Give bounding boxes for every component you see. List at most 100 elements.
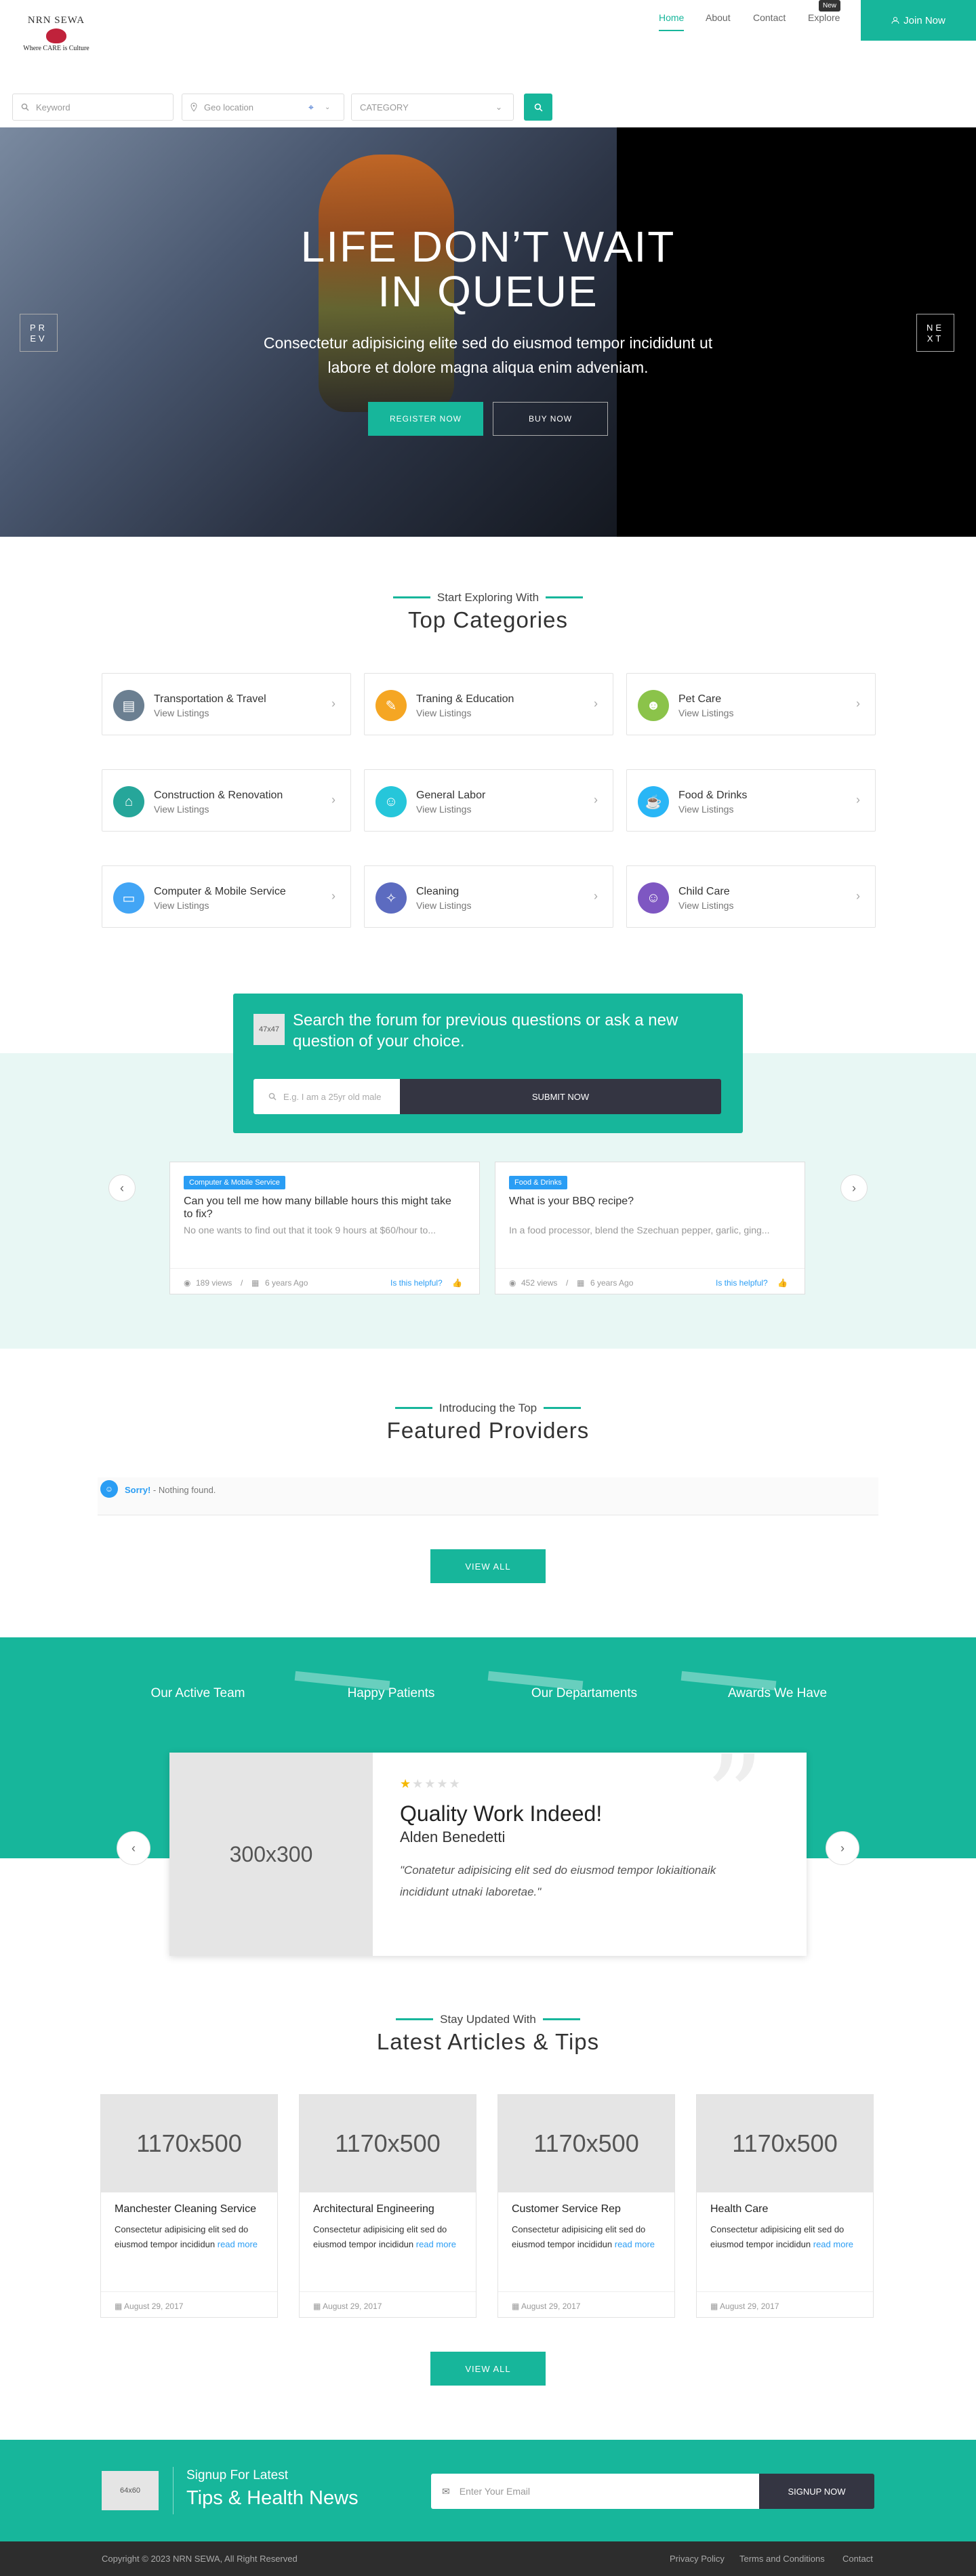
article-card[interactable]: 1170x500 Manchester Cleaning Service Conse… (100, 2094, 278, 2318)
question-snippet: In a food processor, blend the Szechuan … (509, 1225, 770, 1235)
category-card[interactable]: ✧ Cleaning View Listings › (364, 865, 613, 928)
article-title[interactable]: Architectural Engineering (313, 2203, 434, 2215)
question-views: 189 views (196, 1278, 232, 1288)
article-title[interactable]: Manchester Cleaning Service (115, 2203, 256, 2215)
article-card[interactable]: 1170x500 Health Care Consectetur adipisici… (696, 2094, 874, 2318)
read-more-link[interactable]: read more (416, 2239, 456, 2249)
prev-slide-button[interactable]: PR EV (20, 314, 58, 352)
submit-now-button[interactable]: SUBMIT NOW (400, 1079, 721, 1114)
forum-image-placeholder: 47x47 (253, 1014, 285, 1045)
category-icon: ✎ (375, 690, 407, 721)
chevron-right-icon[interactable]: › (840, 1174, 868, 1202)
article-image-placeholder[interactable]: 1170x500 (697, 2095, 873, 2192)
calendar-icon: ▦ (710, 2302, 720, 2311)
question-title[interactable]: What is your BBQ recipe? (509, 1195, 787, 1208)
article-title[interactable]: Customer Service Rep (512, 2203, 621, 2215)
question-card[interactable]: Computer & Mobile Service Can you tell me… (169, 1162, 480, 1294)
chevron-left-icon[interactable]: ‹ (108, 1174, 136, 1202)
hero-subtitle-line2: labore et dolore magna aliqua enim adven… (327, 359, 649, 376)
view-listings-label: View Listings (678, 900, 734, 911)
article-image-placeholder[interactable]: 1170x500 (300, 2095, 476, 2192)
helpful-link[interactable]: Is this helpful? (716, 1278, 768, 1288)
search-icon (268, 1092, 277, 1101)
newsletter-title: Tips & Health News (186, 2487, 359, 2509)
newsletter-email-input[interactable]: ✉ Enter Your Email (431, 2474, 759, 2509)
brand-logo[interactable]: NRN SEWA Where CARE is Culture (19, 15, 94, 73)
category-icon: ☺ (375, 786, 407, 817)
thumbs-up-icon[interactable]: 👍 (777, 1278, 788, 1288)
question-category-badge[interactable]: Computer & Mobile Service (184, 1176, 285, 1189)
chevron-left-icon[interactable]: ‹ (117, 1831, 150, 1865)
join-now-label: Join Now (903, 14, 946, 26)
calendar-icon: ▦ (313, 2302, 323, 2311)
chevron-right-icon: › (856, 889, 860, 903)
read-more-link[interactable]: read more (615, 2239, 655, 2249)
question-category-badge[interactable]: Food & Drinks (509, 1176, 567, 1189)
category-card[interactable]: ⌂ Construction & Renovation View Listings › (102, 769, 351, 832)
question-card[interactable]: Food & Drinks What is your BBQ recipe? In … (495, 1162, 805, 1294)
question-title[interactable]: Can you tell me how many billable hours … (184, 1195, 462, 1221)
category-card[interactable]: ▭ Computer & Mobile Service View Listings › (102, 865, 351, 928)
read-more-link[interactable]: read more (813, 2239, 853, 2249)
view-listings-label: View Listings (154, 900, 209, 911)
chevron-right-icon: › (856, 697, 860, 710)
geo-location-input[interactable]: Geo location ⌖ ⌄ (182, 94, 344, 121)
article-image-placeholder[interactable]: 1170x500 (498, 2095, 674, 2192)
chevron-down-icon: ⌄ (495, 102, 503, 112)
thumbs-up-icon[interactable]: 👍 (452, 1278, 462, 1288)
category-name: Child Care (678, 886, 730, 897)
question-age: 6 years Ago (590, 1278, 634, 1288)
newsletter-pretitle: Signup For Latest (186, 2468, 288, 2482)
category-icon: ✧ (375, 882, 407, 914)
footer-terms-link[interactable]: Terms and Conditions (739, 2554, 825, 2564)
crosshair-icon[interactable]: ⌖ (308, 102, 314, 113)
join-now-button[interactable]: Join Now (861, 0, 976, 41)
search-button[interactable] (524, 94, 552, 121)
register-now-button[interactable]: REGISTER NOW (368, 402, 483, 436)
category-card[interactable]: ▤ Transportation & Travel View Listings › (102, 673, 351, 735)
providers-view-all-button[interactable]: VIEW ALL (430, 1549, 546, 1583)
hero-subtitle-line1: Consectetur adipisicing elite sed do eiu… (263, 334, 713, 352)
footer-privacy-link[interactable]: Privacy Policy (670, 2554, 725, 2564)
chevron-right-icon: › (331, 793, 336, 806)
category-select[interactable]: CATEGORY ⌄ (351, 94, 514, 121)
chevron-right-icon: › (331, 889, 336, 903)
category-card[interactable]: ☺ General Labor View Listings › (364, 769, 613, 832)
nav-contact[interactable]: Contact (753, 12, 786, 23)
question-snippet: No one wants to find out that it took 9 … (184, 1225, 436, 1235)
keyword-input[interactable]: Keyword (12, 94, 174, 121)
eye-icon: ◉ (184, 1278, 191, 1288)
category-name: Traning & Education (416, 693, 514, 705)
nav-about[interactable]: About (706, 12, 731, 23)
stat-label-awards: Awards We Have (727, 1686, 828, 1700)
category-card[interactable]: ☺ Child Care View Listings › (626, 865, 876, 928)
article-title[interactable]: Health Care (710, 2203, 768, 2215)
testimonial-author: Alden Benedetti (400, 1828, 506, 1845)
category-card[interactable]: ☕ Food & Drinks View Listings › (626, 769, 876, 832)
signup-now-button[interactable]: SIGNUP NOW (759, 2474, 874, 2509)
newsletter-section: 64x60 Signup For Latest Tips & Health Ne… (0, 2440, 976, 2541)
providers-heading: Introducing the Top Featured Providers (0, 1400, 976, 1444)
next-slide-button[interactable]: NE XT (916, 314, 954, 352)
view-listings-label: View Listings (416, 900, 472, 911)
footer-contact-link[interactable]: Contact (842, 2554, 873, 2564)
forum-question-input[interactable]: E.g. I am a 25yr old male (253, 1079, 400, 1114)
no-results-notice: ☺ Sorry! - Nothing found. (98, 1477, 878, 1515)
category-card[interactable]: ✎ Traning & Education View Listings › (364, 673, 613, 735)
articles-view-all-button[interactable]: VIEW ALL (430, 2352, 546, 2386)
helpful-link[interactable]: Is this helpful? (390, 1278, 443, 1288)
buy-now-button[interactable]: BUY NOW (493, 402, 608, 436)
categories-pretitle: Start Exploring With (436, 590, 540, 604)
nav-home[interactable]: Home (659, 12, 685, 31)
chevron-right-icon[interactable]: › (826, 1831, 859, 1865)
category-card[interactable]: ☻ Pet Care View Listings › (626, 673, 876, 735)
category-name: Transportation & Travel (154, 693, 266, 705)
article-card[interactable]: 1170x500 Customer Service Rep Consectetur … (497, 2094, 675, 2318)
article-card[interactable]: 1170x500 Architectural Engineering Consect… (299, 2094, 476, 2318)
nav-explore[interactable]: Explore (808, 12, 840, 23)
category-name: Food & Drinks (678, 790, 748, 801)
sorry-label: Sorry! (125, 1485, 151, 1495)
article-image-placeholder[interactable]: 1170x500 (101, 2095, 277, 2192)
prev-label-2: EV (30, 333, 47, 344)
read-more-link[interactable]: read more (218, 2239, 258, 2249)
